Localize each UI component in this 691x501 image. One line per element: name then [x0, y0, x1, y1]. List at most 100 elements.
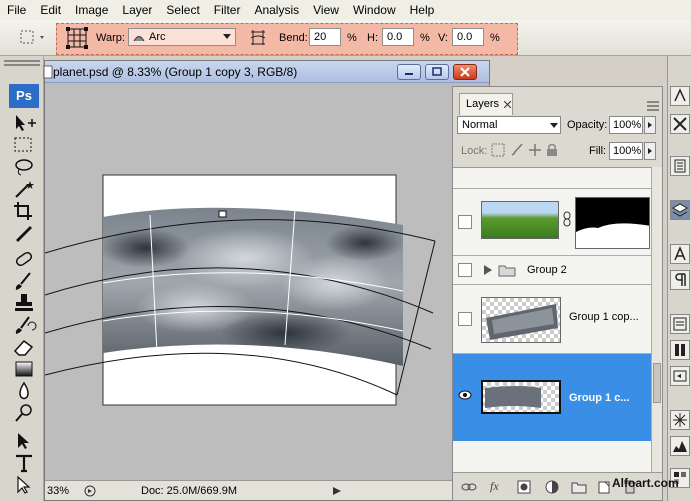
warp-orientation-icon[interactable] [249, 28, 267, 46]
info-icon[interactable] [670, 314, 690, 334]
opacity-input[interactable]: 100% [609, 116, 643, 134]
compass-icon[interactable] [670, 410, 690, 430]
lock-brush-icon[interactable] [510, 143, 524, 157]
status-bar: 33% Doc: 25.0M/669.9M [45, 480, 489, 500]
character-icon[interactable] [670, 244, 690, 264]
panel-grip[interactable] [4, 60, 40, 66]
layer-row-selected[interactable]: Group 1 c... [453, 353, 651, 441]
zoom-level[interactable]: 33% [47, 485, 69, 497]
type-tool-icon[interactable] [10, 452, 38, 474]
warp-style-dropdown[interactable]: Arc [128, 28, 236, 46]
blur-tool-icon[interactable] [10, 380, 38, 402]
minimize-button[interactable] [397, 64, 421, 80]
clone-source-icon[interactable] [670, 340, 690, 360]
path-selection-icon[interactable] [10, 430, 38, 452]
link-icon[interactable] [563, 211, 571, 227]
document-title: planet.psd @ 8.33% (Group 1 copy 3, RGB/… [53, 65, 298, 79]
status-menu-icon[interactable] [83, 484, 97, 498]
visibility-toggle[interactable] [458, 312, 472, 326]
new-group-icon[interactable] [571, 480, 587, 494]
history-brush-icon[interactable] [10, 314, 38, 336]
watermark: Alfoart.com [612, 476, 679, 490]
magic-wand-icon[interactable] [10, 178, 38, 200]
menu-layer[interactable]: Layer [115, 0, 159, 20]
menu-edit[interactable]: Edit [33, 0, 68, 20]
panel-menu-icon[interactable] [647, 101, 659, 111]
menu-help[interactable]: Help [403, 0, 442, 20]
gradient-tool-icon[interactable] [10, 358, 38, 380]
histogram-icon[interactable] [670, 436, 690, 456]
layer-row[interactable]: Group 2 [453, 255, 651, 283]
add-mask-icon[interactable] [517, 480, 531, 494]
visibility-toggle[interactable] [458, 215, 472, 229]
warp-canvas[interactable] [45, 83, 489, 480]
menu-select[interactable]: Select [159, 0, 206, 20]
scrollbar-thumb[interactable] [653, 363, 661, 403]
link-layers-icon[interactable] [461, 481, 477, 493]
canvas-area[interactable] [45, 83, 489, 480]
marquee-tool-icon[interactable] [10, 134, 38, 156]
layer-thumbnail [481, 380, 561, 414]
layer-name: Group 2 [527, 264, 567, 276]
lock-label: Lock: [461, 145, 488, 157]
adjustment-layer-icon[interactable] [545, 480, 559, 494]
slice-tool-icon[interactable] [10, 222, 38, 244]
menu-file[interactable]: File [0, 0, 33, 20]
direct-selection-icon[interactable] [10, 474, 38, 496]
tools-icon[interactable] [670, 114, 690, 134]
status-arrow-icon[interactable] [333, 487, 341, 495]
menu-analysis[interactable]: Analysis [247, 0, 306, 20]
new-layer-icon[interactable] [597, 480, 611, 494]
menu-window[interactable]: Window [346, 0, 403, 20]
document-titlebar[interactable]: planet.psd @ 8.33% (Group 1 copy 3, RGB/… [43, 61, 489, 83]
bend-unit: % [347, 32, 357, 44]
document-icon [43, 65, 53, 79]
close-icon[interactable] [504, 101, 511, 108]
lock-transparent-icon[interactable] [491, 143, 505, 157]
visibility-toggle[interactable] [458, 263, 472, 277]
bend-input[interactable]: 20 [309, 28, 341, 46]
eraser-tool-icon[interactable] [10, 336, 38, 358]
fx-icon[interactable]: fx [489, 479, 505, 493]
menu-image[interactable]: Image [68, 0, 115, 20]
warp-label: Warp: [96, 32, 125, 44]
eye-icon[interactable] [458, 390, 472, 400]
warp-control-handle[interactable] [218, 210, 227, 218]
close-button[interactable] [453, 64, 477, 80]
layers-scrollbar[interactable] [651, 167, 662, 472]
tab-layers[interactable]: Layers [459, 93, 513, 115]
h-input[interactable]: 0.0 [382, 28, 414, 46]
opacity-arrow-button[interactable] [644, 116, 656, 134]
maximize-button[interactable] [425, 64, 449, 80]
healing-brush-icon[interactable] [10, 248, 38, 270]
lock-all-icon[interactable] [545, 143, 559, 157]
actions-icon[interactable] [670, 156, 690, 176]
navigator-icon[interactable] [670, 86, 690, 106]
tab-layers-label: Layers [466, 98, 500, 110]
warp-grid-icon[interactable] [66, 27, 88, 49]
lock-move-icon[interactable] [528, 143, 542, 157]
expand-triangle-icon[interactable] [484, 265, 492, 275]
tool-preset-icon[interactable] [18, 28, 48, 48]
paragraph-icon[interactable] [670, 270, 690, 290]
fill-arrow-button[interactable] [644, 142, 656, 160]
history-icon[interactable] [670, 366, 690, 386]
lasso-tool-icon[interactable] [10, 156, 38, 178]
ps-logo: Ps [9, 84, 39, 108]
layer-row[interactable] [453, 188, 651, 254]
move-tool-icon[interactable] [10, 112, 38, 134]
v-input[interactable]: 0.0 [452, 28, 484, 46]
blend-mode-dropdown[interactable]: Normal [457, 116, 561, 134]
document-window: planet.psd @ 8.33% (Group 1 copy 3, RGB/… [43, 60, 490, 501]
crop-tool-icon[interactable] [10, 200, 38, 222]
layers-list: Group 2 Group 1 cop... Group 1 c... [453, 167, 662, 472]
layer-row[interactable]: Group 1 cop... [453, 284, 651, 352]
right-dock [667, 56, 691, 501]
clone-stamp-icon[interactable] [10, 292, 38, 314]
brush-tool-icon[interactable] [10, 270, 38, 292]
menu-filter[interactable]: Filter [207, 0, 248, 20]
dodge-tool-icon[interactable] [10, 402, 38, 424]
layers-dock-icon[interactable] [670, 200, 690, 220]
fill-input[interactable]: 100% [609, 142, 643, 160]
menu-view[interactable]: View [306, 0, 346, 20]
